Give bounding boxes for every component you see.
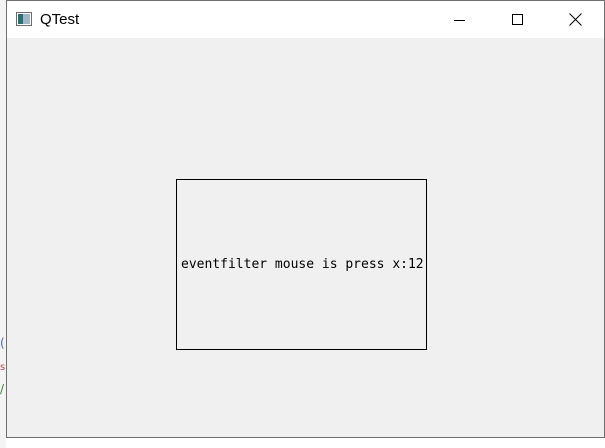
event-filter-box[interactable]: eventfilter mouse is press x:12 [176, 179, 427, 350]
close-button[interactable] [546, 1, 604, 38]
window-title: QTest [40, 11, 80, 28]
minimize-button[interactable] [431, 1, 489, 38]
maximize-icon [512, 13, 523, 25]
qtest-window: QTest eventfilter mouse is press x:12 [6, 0, 605, 438]
desktop-glyph: / [0, 382, 5, 396]
event-label: eventfilter mouse is press x:12 [181, 257, 424, 272]
window-app-icon [16, 12, 32, 26]
maximize-button[interactable] [489, 1, 547, 38]
client-area[interactable]: eventfilter mouse is press x:12 [7, 38, 604, 437]
desktop-glyph: s [0, 362, 6, 373]
close-icon [568, 13, 582, 26]
desktop-glyph: ( [0, 336, 5, 350]
title-bar[interactable]: QTest [7, 1, 604, 38]
minimize-icon [454, 19, 465, 21]
